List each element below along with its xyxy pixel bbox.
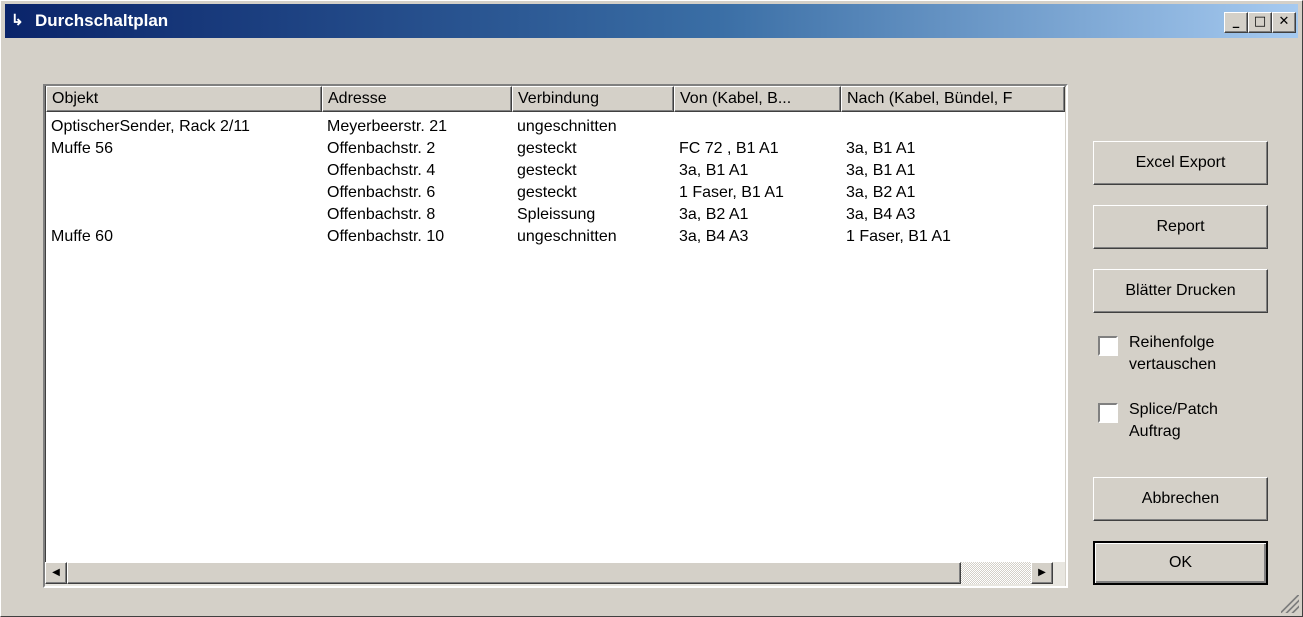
- swap-order-checkbox[interactable]: [1098, 336, 1118, 356]
- title-bar[interactable]: ↳ Durchschaltplan _ □ ✕: [5, 4, 1298, 38]
- table-cell: Offenbachstr. 4: [327, 162, 436, 179]
- table-cell: Offenbachstr. 2: [327, 140, 436, 157]
- table-cell: FC 72 , B1 A1: [679, 140, 779, 157]
- column-header-von[interactable]: Von (Kabel, B...: [674, 86, 841, 112]
- table-row[interactable]: Muffe 56 Offenbachstr. 2 gesteckt FC 72 , B…: [45, 138, 1065, 160]
- table-cell: gesteckt: [517, 162, 577, 179]
- ok-button[interactable]: OK: [1093, 541, 1268, 585]
- table-row[interactable]: OptischerSender, Rack 2/11 Meyerbeerstr. …: [45, 116, 1065, 138]
- table-cell: gesteckt: [517, 140, 577, 157]
- maximize-button[interactable]: □: [1248, 12, 1272, 33]
- scroll-right-arrow-icon[interactable]: ▶: [1031, 562, 1053, 584]
- table-cell: Offenbachstr. 10: [327, 228, 445, 245]
- table-cell: 3a, B2 A1: [679, 206, 749, 223]
- scroll-track[interactable]: [961, 562, 1031, 584]
- table-cell: Spleissung: [517, 206, 596, 223]
- dialog-window: ↳ Durchschaltplan _ □ ✕ Objekt Adresse V…: [0, 0, 1303, 617]
- minimize-button[interactable]: _: [1224, 12, 1248, 33]
- table-row[interactable]: Muffe 60 Offenbachstr. 10 ungeschnitten 3a,…: [45, 226, 1065, 248]
- print-sheets-button[interactable]: Blätter Drucken: [1093, 269, 1268, 313]
- splice-patch-label: Splice/Patch Auftrag: [1129, 401, 1218, 440]
- table-cell: Muffe 60: [51, 228, 113, 245]
- table-cell: 1 Faser, B1 A1: [846, 228, 951, 245]
- cancel-button[interactable]: Abbrechen: [1093, 477, 1268, 521]
- table-cell: ungeschnitten: [517, 228, 617, 245]
- table-cell: gesteckt: [517, 184, 577, 201]
- scroll-thumb[interactable]: [67, 562, 961, 584]
- table-cell: 1 Faser, B1 A1: [679, 184, 784, 201]
- table-row[interactable]: Offenbachstr. 8 Spleissung 3a, B2 A1 3a, B4…: [45, 204, 1065, 226]
- column-header-objekt[interactable]: Objekt: [46, 86, 322, 112]
- table-cell: Offenbachstr. 8: [327, 206, 436, 223]
- table-cell: Meyerbeerstr. 21: [327, 118, 448, 135]
- column-header-nach[interactable]: Nach (Kabel, Bündel, F: [841, 86, 1065, 112]
- resize-grip-icon[interactable]: [1281, 595, 1299, 613]
- table-cell: OptischerSender, Rack 2/11: [51, 118, 250, 135]
- table-cell: 3a, B1 A1: [846, 162, 916, 179]
- report-button[interactable]: Report: [1093, 205, 1268, 249]
- horizontal-scrollbar[interactable]: ◀ ▶: [45, 562, 1065, 586]
- table-cell: ungeschnitten: [517, 118, 617, 135]
- app-icon: ↳: [11, 12, 24, 29]
- swap-order-label: Reihenfolge vertauschen: [1129, 334, 1217, 373]
- table-cell: 3a, B4 A3: [846, 206, 916, 223]
- close-button[interactable]: ✕: [1272, 12, 1296, 33]
- table-cell: 3a, B4 A3: [679, 228, 749, 245]
- table-cell: Offenbachstr. 6: [327, 184, 436, 201]
- splice-patch-checkbox[interactable]: [1098, 403, 1118, 423]
- table-cell: 3a, B1 A1: [846, 140, 916, 157]
- table-cell: 3a, B2 A1: [846, 184, 916, 201]
- excel-export-button[interactable]: Excel Export: [1093, 141, 1268, 185]
- table-row[interactable]: Offenbachstr. 6 gesteckt 1 Faser, B1 A1 3a,…: [45, 182, 1065, 204]
- window-title: Durchschaltplan: [35, 11, 169, 30]
- table-cell: 3a, B1 A1: [679, 162, 749, 179]
- column-header-verbindung[interactable]: Verbindung: [512, 86, 674, 112]
- table-cell: Muffe 56: [51, 140, 113, 157]
- column-header-adresse[interactable]: Adresse: [322, 86, 512, 112]
- table-row[interactable]: Offenbachstr. 4 gesteckt 3a, B1 A1 3a, B1 A…: [45, 160, 1065, 182]
- scroll-left-arrow-icon[interactable]: ◀: [45, 562, 67, 584]
- connection-list[interactable]: Objekt Adresse Verbindung Von (Kabel, B.…: [43, 84, 1068, 588]
